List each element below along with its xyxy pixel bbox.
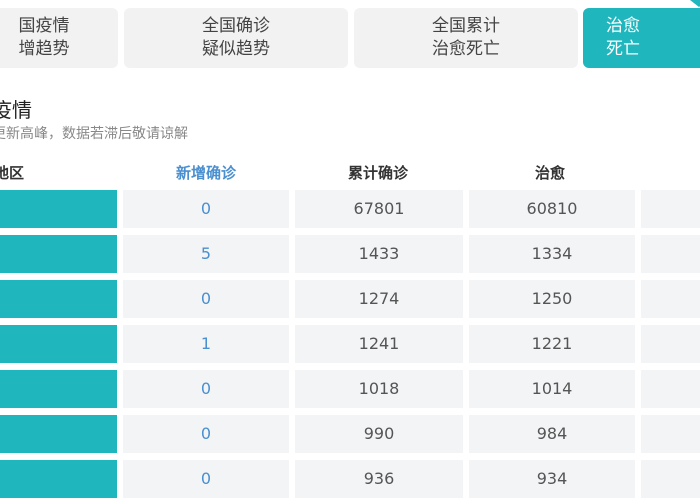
table-row[interactable]: 0 1018 1014: [0, 370, 700, 408]
table-row[interactable]: 0 1274 1250: [0, 280, 700, 318]
region-cell[interactable]: [0, 280, 117, 318]
region-cell[interactable]: [0, 325, 117, 363]
extra-cell: [641, 415, 700, 453]
table-row[interactable]: 0 936 934: [0, 460, 700, 498]
header-region: 地区: [0, 164, 25, 182]
region-cell[interactable]: [0, 415, 117, 453]
cured-cell: 1221: [469, 325, 635, 363]
new-confirmed-cell: 0: [123, 415, 289, 453]
region-cell[interactable]: [0, 460, 117, 498]
tab-label-line1: 国疫情: [18, 16, 70, 36]
total-confirmed-cell: 1274: [295, 280, 463, 318]
extra-cell: [641, 460, 700, 498]
tab-label-line1: 全国累计: [432, 16, 500, 36]
total-confirmed-cell: 990: [295, 415, 463, 453]
table-row[interactable]: 0 990 984: [0, 415, 700, 453]
cured-cell: 1250: [469, 280, 635, 318]
new-confirmed-cell: 0: [123, 190, 289, 228]
region-cell[interactable]: [0, 370, 117, 408]
new-confirmed-cell: 0: [123, 370, 289, 408]
tab-cured-dead-active[interactable]: 治愈 死亡: [583, 8, 700, 68]
tab-label-line2: 治愈死亡: [432, 39, 500, 59]
section-title: 疫情: [0, 98, 32, 122]
region-cell[interactable]: [0, 235, 117, 273]
tab-confirmed-suspected-trend[interactable]: 全国确诊 疑似趋势: [124, 8, 348, 68]
new-confirmed-cell: 5: [123, 235, 289, 273]
header-new-confirmed[interactable]: 新增确诊: [176, 162, 236, 183]
extra-cell: [641, 190, 700, 228]
tab-label-line1: 治愈: [606, 16, 640, 36]
total-confirmed-cell: 1241: [295, 325, 463, 363]
table-row[interactable]: 0 67801 60810: [0, 190, 700, 228]
extra-cell: [641, 325, 700, 363]
cured-cell: 60810: [469, 190, 635, 228]
header-cured: 治愈: [535, 164, 566, 182]
total-confirmed-cell: 936: [295, 460, 463, 498]
cured-cell: 984: [469, 415, 635, 453]
extra-cell: [641, 280, 700, 318]
cured-cell: 1334: [469, 235, 635, 273]
cured-cell: 1014: [469, 370, 635, 408]
total-confirmed-cell: 1018: [295, 370, 463, 408]
new-confirmed-cell: 1: [123, 325, 289, 363]
new-confirmed-cell: 0: [123, 460, 289, 498]
total-confirmed-cell: 1433: [295, 235, 463, 273]
section-subtitle: 更新高峰，数据若滞后敬请谅解: [0, 126, 188, 142]
header-total-confirmed: 累计确诊: [348, 164, 409, 182]
region-cell[interactable]: [0, 190, 117, 228]
tab-label-line1: 全国确诊: [202, 16, 270, 36]
cured-cell: 934: [469, 460, 635, 498]
extra-cell: [641, 370, 700, 408]
table-row[interactable]: 1 1241 1221: [0, 325, 700, 363]
page: 国疫情 增趋势 全国确诊 疑似趋势 全国累计 治愈死亡 治愈 死亡 疫情 更新高…: [0, 0, 700, 500]
tab-cumulative-cured-dead[interactable]: 全国累计 治愈死亡: [354, 8, 578, 68]
new-confirmed-cell: 0: [123, 280, 289, 318]
active-tab-caret: [690, 0, 700, 7]
table-row[interactable]: 5 1433 1334: [0, 235, 700, 273]
tab-new-trend[interactable]: 国疫情 增趋势: [0, 8, 118, 68]
tab-label-line2: 增趋势: [18, 39, 70, 59]
tab-label-line2: 疑似趋势: [202, 39, 270, 59]
total-confirmed-cell: 67801: [295, 190, 463, 228]
extra-cell: [641, 235, 700, 273]
tab-label-line2: 死亡: [606, 39, 640, 59]
